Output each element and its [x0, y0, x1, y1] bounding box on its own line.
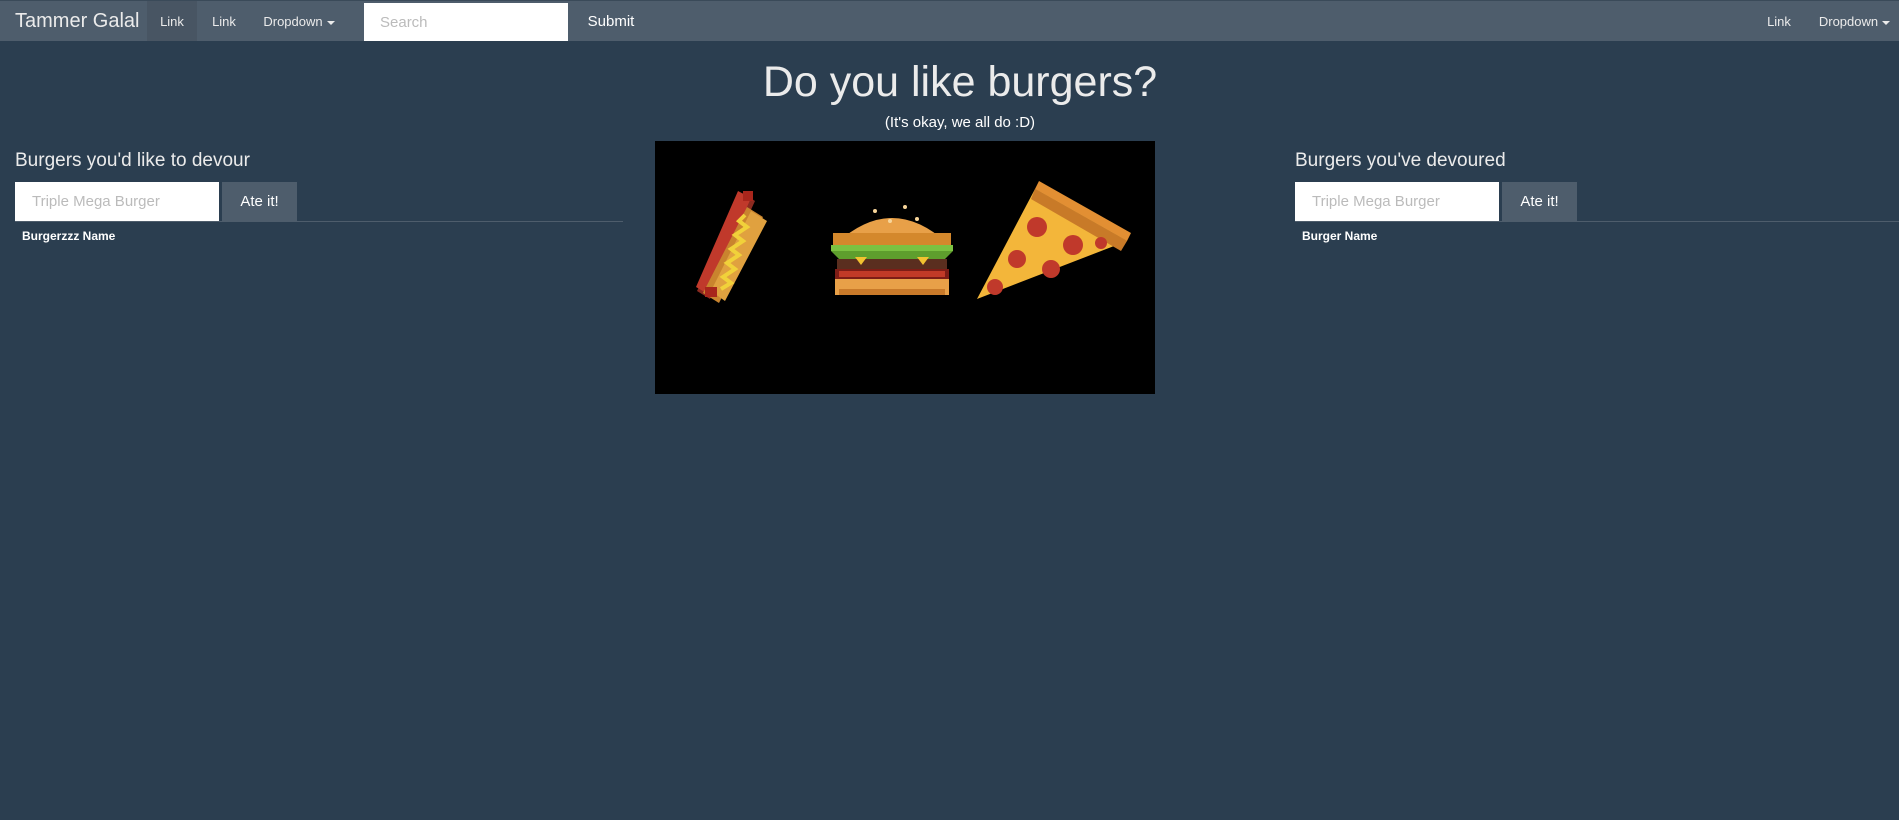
burger-name-input[interactable] — [15, 182, 219, 221]
nav-link-right[interactable]: Link — [1754, 1, 1804, 41]
hotdog-icon — [696, 191, 767, 303]
nav-dropdown-right-label: Dropdown — [1818, 14, 1879, 29]
devoured-ate-it-button[interactable]: Ate it! — [1502, 182, 1577, 221]
navbar: Tammer Galal Link Link Dropdown Submit L… — [0, 0, 1899, 41]
nav-dropdown-label: Dropdown — [263, 14, 323, 29]
page-title: Do you like burgers? — [762, 58, 1158, 106]
devour-heading: Burgers you'd like to devour — [15, 150, 250, 171]
divider — [15, 221, 623, 222]
table-header-burger-name: Burgerzzz Name — [22, 229, 116, 243]
brand-link[interactable]: Tammer Galal — [15, 1, 139, 41]
hero-image — [655, 141, 1155, 394]
pizza-icon — [977, 181, 1131, 299]
caret-down-icon — [1882, 20, 1891, 25]
ate-it-button[interactable]: Ate it! — [222, 182, 297, 221]
nav-link-1[interactable]: Link — [147, 1, 197, 41]
page-subtitle: (It's okay, we all do :D) — [884, 114, 1036, 131]
devoured-heading: Burgers you've devoured — [1295, 150, 1506, 171]
devoured-table-header: Burger Name — [1302, 229, 1378, 243]
caret-down-icon — [326, 20, 335, 25]
devoured-burger-input[interactable] — [1295, 182, 1499, 221]
nav-link-2[interactable]: Link — [199, 1, 249, 41]
divider — [1295, 221, 1899, 222]
search-input[interactable] — [364, 3, 568, 41]
burger-icon — [831, 205, 953, 295]
nav-dropdown[interactable]: Dropdown — [254, 1, 344, 41]
submit-button[interactable]: Submit — [572, 1, 650, 41]
nav-dropdown-right[interactable]: Dropdown — [1810, 1, 1899, 41]
